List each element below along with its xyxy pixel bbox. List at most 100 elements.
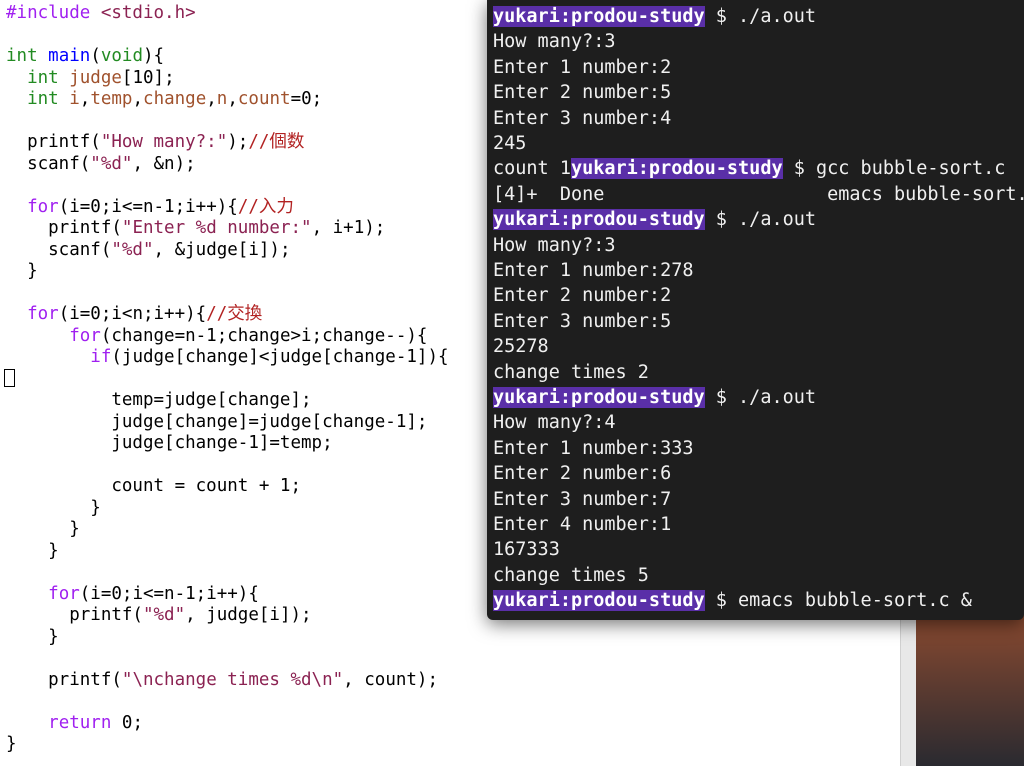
code-token: printf( (6, 132, 101, 152)
code-token: temp (90, 89, 133, 109)
code-token: =0; (290, 89, 323, 109)
code-line: judge[change-1]=temp; (6, 432, 333, 454)
code-token: (change=n-1;change>i;change--){ (100, 325, 428, 346)
code-line: temp=judge[change]; (6, 389, 311, 411)
terminal-text: 167333 (493, 539, 560, 561)
terminal-line: yukari:prodou-study $ ./a.out (493, 385, 816, 410)
code-token: //入力 (237, 196, 294, 217)
code-line: printf("Enter %d number:", i+1); (6, 217, 385, 239)
terminal-text: change times 5 (493, 564, 649, 586)
code-token: } (6, 519, 80, 539)
code-token: for (27, 304, 59, 324)
code-token: scanf( (6, 239, 112, 260)
terminal-line: Enter 1 number:2 (493, 55, 671, 80)
code-line: int judge[10]; (6, 67, 175, 89)
code-line: } (6, 260, 38, 282)
code-token: int (27, 67, 59, 88)
code-token: , count); (343, 669, 438, 690)
code-token: n (216, 89, 228, 109)
code-token: 0; (111, 712, 143, 733)
code-token: for (48, 583, 80, 604)
code-token: int (27, 89, 59, 109)
code-token: change (143, 89, 207, 109)
code-token: , judge[i]); (185, 605, 312, 625)
code-line: } (6, 733, 17, 755)
terminal-text: How many?:3 (493, 234, 616, 256)
terminal-line: Enter 2 number:2 (493, 283, 671, 308)
code-token: , &n); (132, 153, 196, 174)
code-token: int (6, 46, 38, 66)
code-line: printf("How many?:");//個数 (6, 131, 304, 153)
code-token: judge[change-1]=temp; (6, 433, 333, 453)
code-line: int main(void){ (6, 45, 164, 67)
code-token: (i=0;i<n;i++){ (58, 304, 207, 324)
code-token: for (27, 196, 59, 217)
code-token: , (227, 89, 238, 109)
prompt-command: $ gcc bubble-sort.c (782, 158, 1006, 180)
code-token: ); (227, 132, 249, 152)
code-line: } (6, 540, 59, 562)
code-token: judge (69, 67, 122, 88)
prompt-user-host: yukari:prodou-study (493, 209, 705, 231)
prompt-user-host: yukari:prodou-study (493, 387, 705, 408)
code-token: printf( (6, 218, 122, 238)
terminal-text: Enter 3 number:5 (493, 310, 672, 332)
code-line: if(judge[change]<judge[change-1]){ (6, 346, 448, 368)
terminal-text: How many?:4 (493, 412, 616, 434)
terminal-line: yukari:prodou-study $ ./a.out (493, 207, 816, 232)
code-token: , (206, 89, 217, 109)
code-token: (i=0;i<=n-1;i++){ (58, 196, 238, 217)
code-line: for(i=0;i<n;i++){//交換 (6, 303, 262, 325)
code-token: "%d" (111, 239, 154, 260)
terminal-line: Enter 1 number:278 (493, 258, 693, 283)
terminal-text: Enter 2 number:5 (493, 82, 672, 104)
terminal-line: [4]+ Done emacs bubble-sort. (493, 182, 1024, 207)
code-token: } (6, 497, 101, 518)
terminal-text: Enter 1 number:2 (493, 56, 672, 78)
terminal-text: change times 2 (493, 361, 649, 383)
terminal-line: 167333 (493, 537, 560, 562)
code-token: scanf( (6, 153, 91, 174)
code-token: , (79, 89, 91, 109)
code-token: , (132, 89, 144, 109)
code-token: "\nchange times %d\n" (121, 669, 344, 690)
prompt-command: $ ./a.out (704, 209, 817, 231)
code-line: } (6, 497, 101, 519)
code-token: , i+1); (311, 218, 386, 238)
terminal-line: count 1yukari:prodou-study $ gcc bubble-… (493, 156, 1005, 181)
code-token: } (6, 626, 59, 647)
prompt-user-host: yukari:prodou-study (570, 158, 783, 180)
code-token: (i=0;i<=n-1;i++){ (79, 583, 259, 604)
code-line: return 0; (6, 712, 143, 734)
code-line: } (6, 626, 59, 648)
code-token: printf( (6, 605, 143, 625)
prompt-command: $ emacs bubble-sort.c & (704, 590, 972, 612)
terminal-text: Enter 1 number:333 (493, 437, 694, 459)
terminal-line: Enter 1 number:333 (493, 436, 693, 461)
code-token: return (48, 712, 112, 733)
code-token: "%d" (90, 153, 133, 174)
terminal-text: How many?:3 (493, 31, 616, 53)
code-token: "Enter %d number:" (121, 218, 312, 238)
code-line: for(i=0;i<=n-1;i++){//入力 (6, 196, 294, 218)
terminal-text: 25278 (493, 336, 549, 358)
code-line: count = count + 1; (6, 475, 301, 497)
terminal-line: How many?:3 (493, 233, 616, 258)
terminal-line: 25278 (493, 334, 549, 359)
terminal-window[interactable]: yukari:prodou-study $ ./a.out How many?:3… (487, 0, 1024, 620)
terminal-line: Enter 3 number:7 (493, 487, 671, 512)
terminal-line: Enter 4 number:1 (493, 512, 671, 537)
terminal-text: Enter 3 number:4 (493, 107, 672, 129)
code-token: i (69, 89, 80, 109)
code-token: #include (6, 3, 101, 23)
code-token: judge[change]=judge[change-1]; (6, 411, 428, 432)
code-token: } (6, 540, 59, 561)
